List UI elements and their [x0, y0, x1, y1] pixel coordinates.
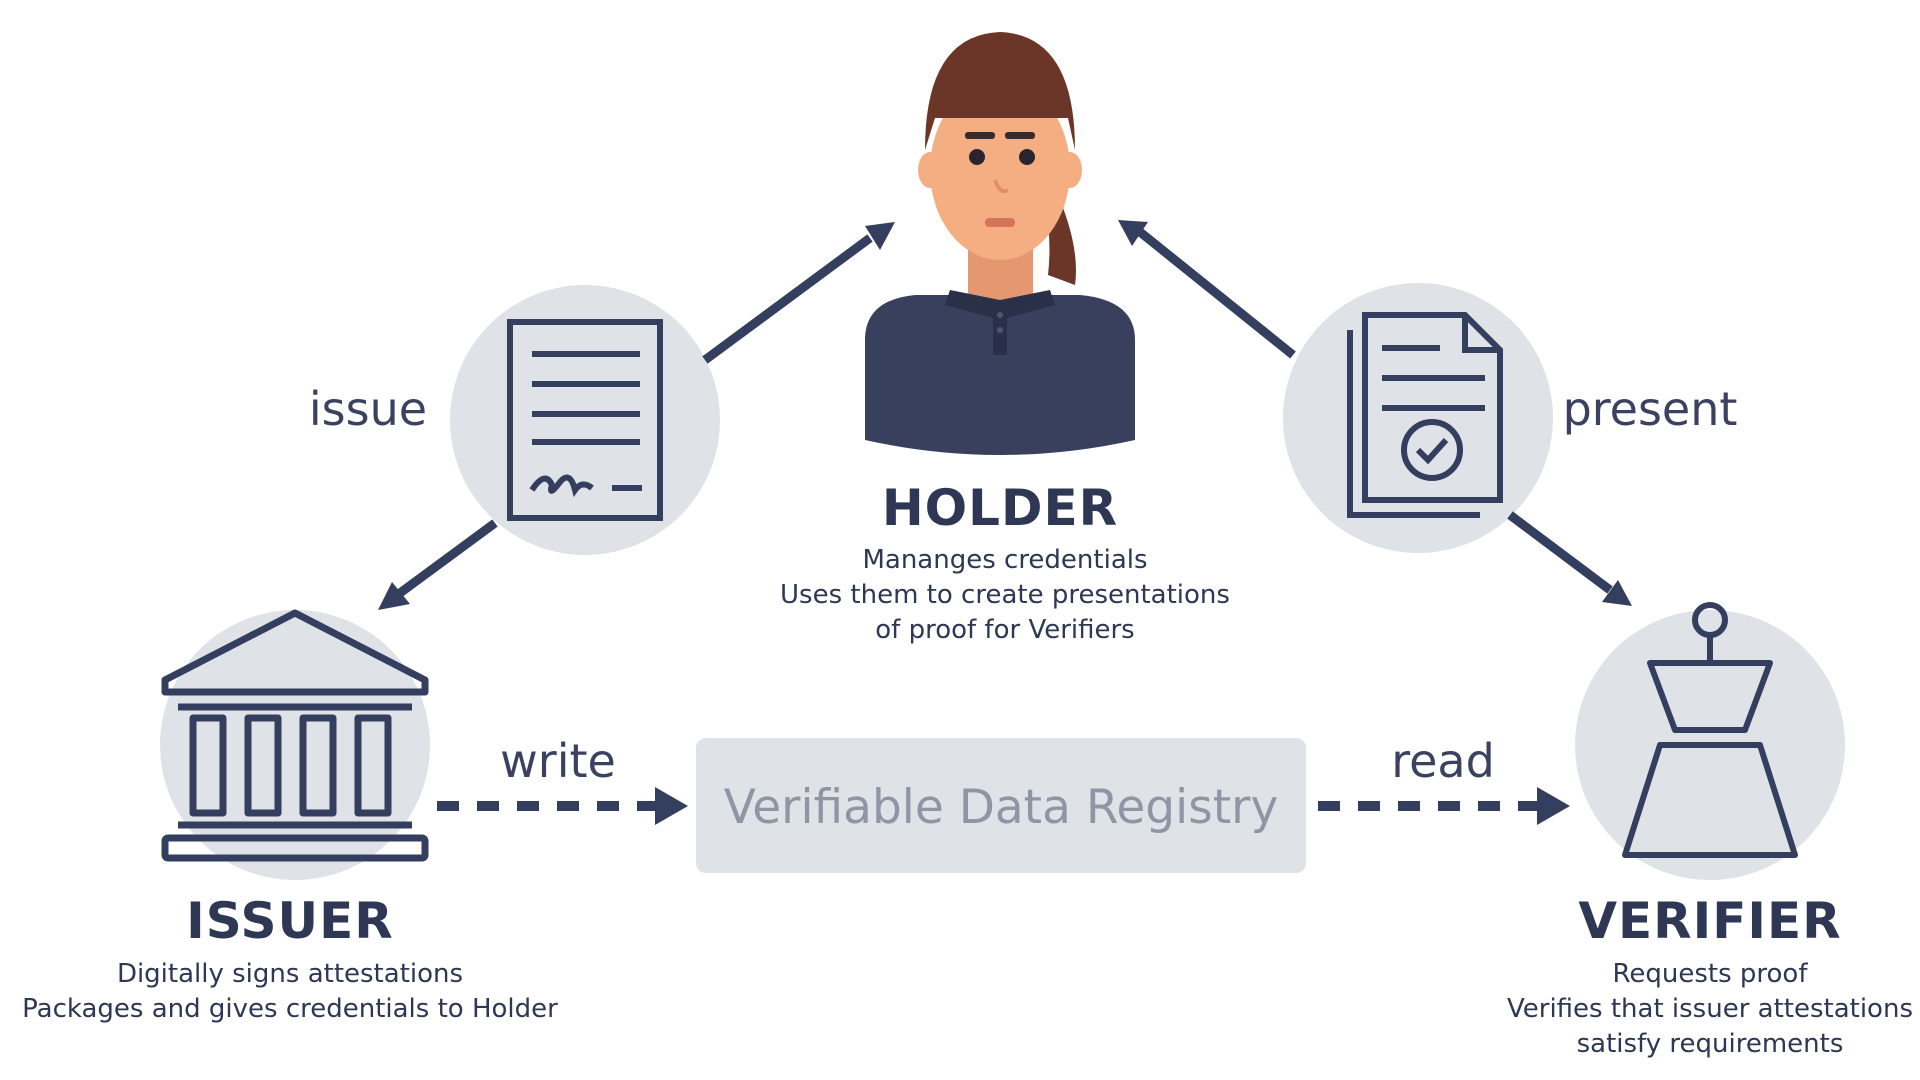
arrow-issue-to-holder [702, 234, 873, 364]
holder-desc-line: Uses them to create presentations [780, 580, 1230, 610]
arrow-present-to-verifier [1507, 511, 1613, 594]
edge-label-present: present [1563, 382, 1738, 436]
trust-triangle-diagram: Verifiable Data Registry issue present w… [22, 32, 1913, 1059]
registry-label: Verifiable Data Registry [724, 780, 1279, 835]
verifier-title: VERIFIER [1578, 892, 1841, 950]
verifier-desc-line: Requests proof [1612, 959, 1808, 989]
verifier-desc-line: Verifies that issuer attestations [1507, 994, 1913, 1024]
arrowhead-read [1537, 787, 1570, 825]
edge-label-issue: issue [309, 382, 427, 436]
arrow-present-to-holder [1137, 228, 1296, 359]
arrow-issue-to-issuer [397, 519, 498, 597]
edge-label-read: read [1391, 734, 1495, 788]
issuer-title: ISSUER [186, 892, 394, 950]
diagram-stage: Verifiable Data Registry issue present w… [0, 0, 1920, 1080]
verified-documents-icon [1347, 312, 1503, 518]
issue-doc-circle [450, 285, 720, 555]
arrowhead-write [655, 787, 688, 825]
holder-desc-line: Mananges credentials [862, 545, 1147, 575]
verifier-desc-line: satisfy requirements [1577, 1029, 1844, 1059]
edge-label-write: write [500, 734, 616, 788]
issuer-desc-line: Packages and gives credentials to Holder [22, 994, 558, 1024]
holder-desc-line: of proof for Verifiers [875, 615, 1134, 645]
holder-title: HOLDER [882, 479, 1118, 537]
issuer-desc-line: Digitally signs attestations [117, 959, 463, 989]
person-icon [865, 32, 1135, 455]
arrowhead-holder-left [865, 222, 895, 250]
